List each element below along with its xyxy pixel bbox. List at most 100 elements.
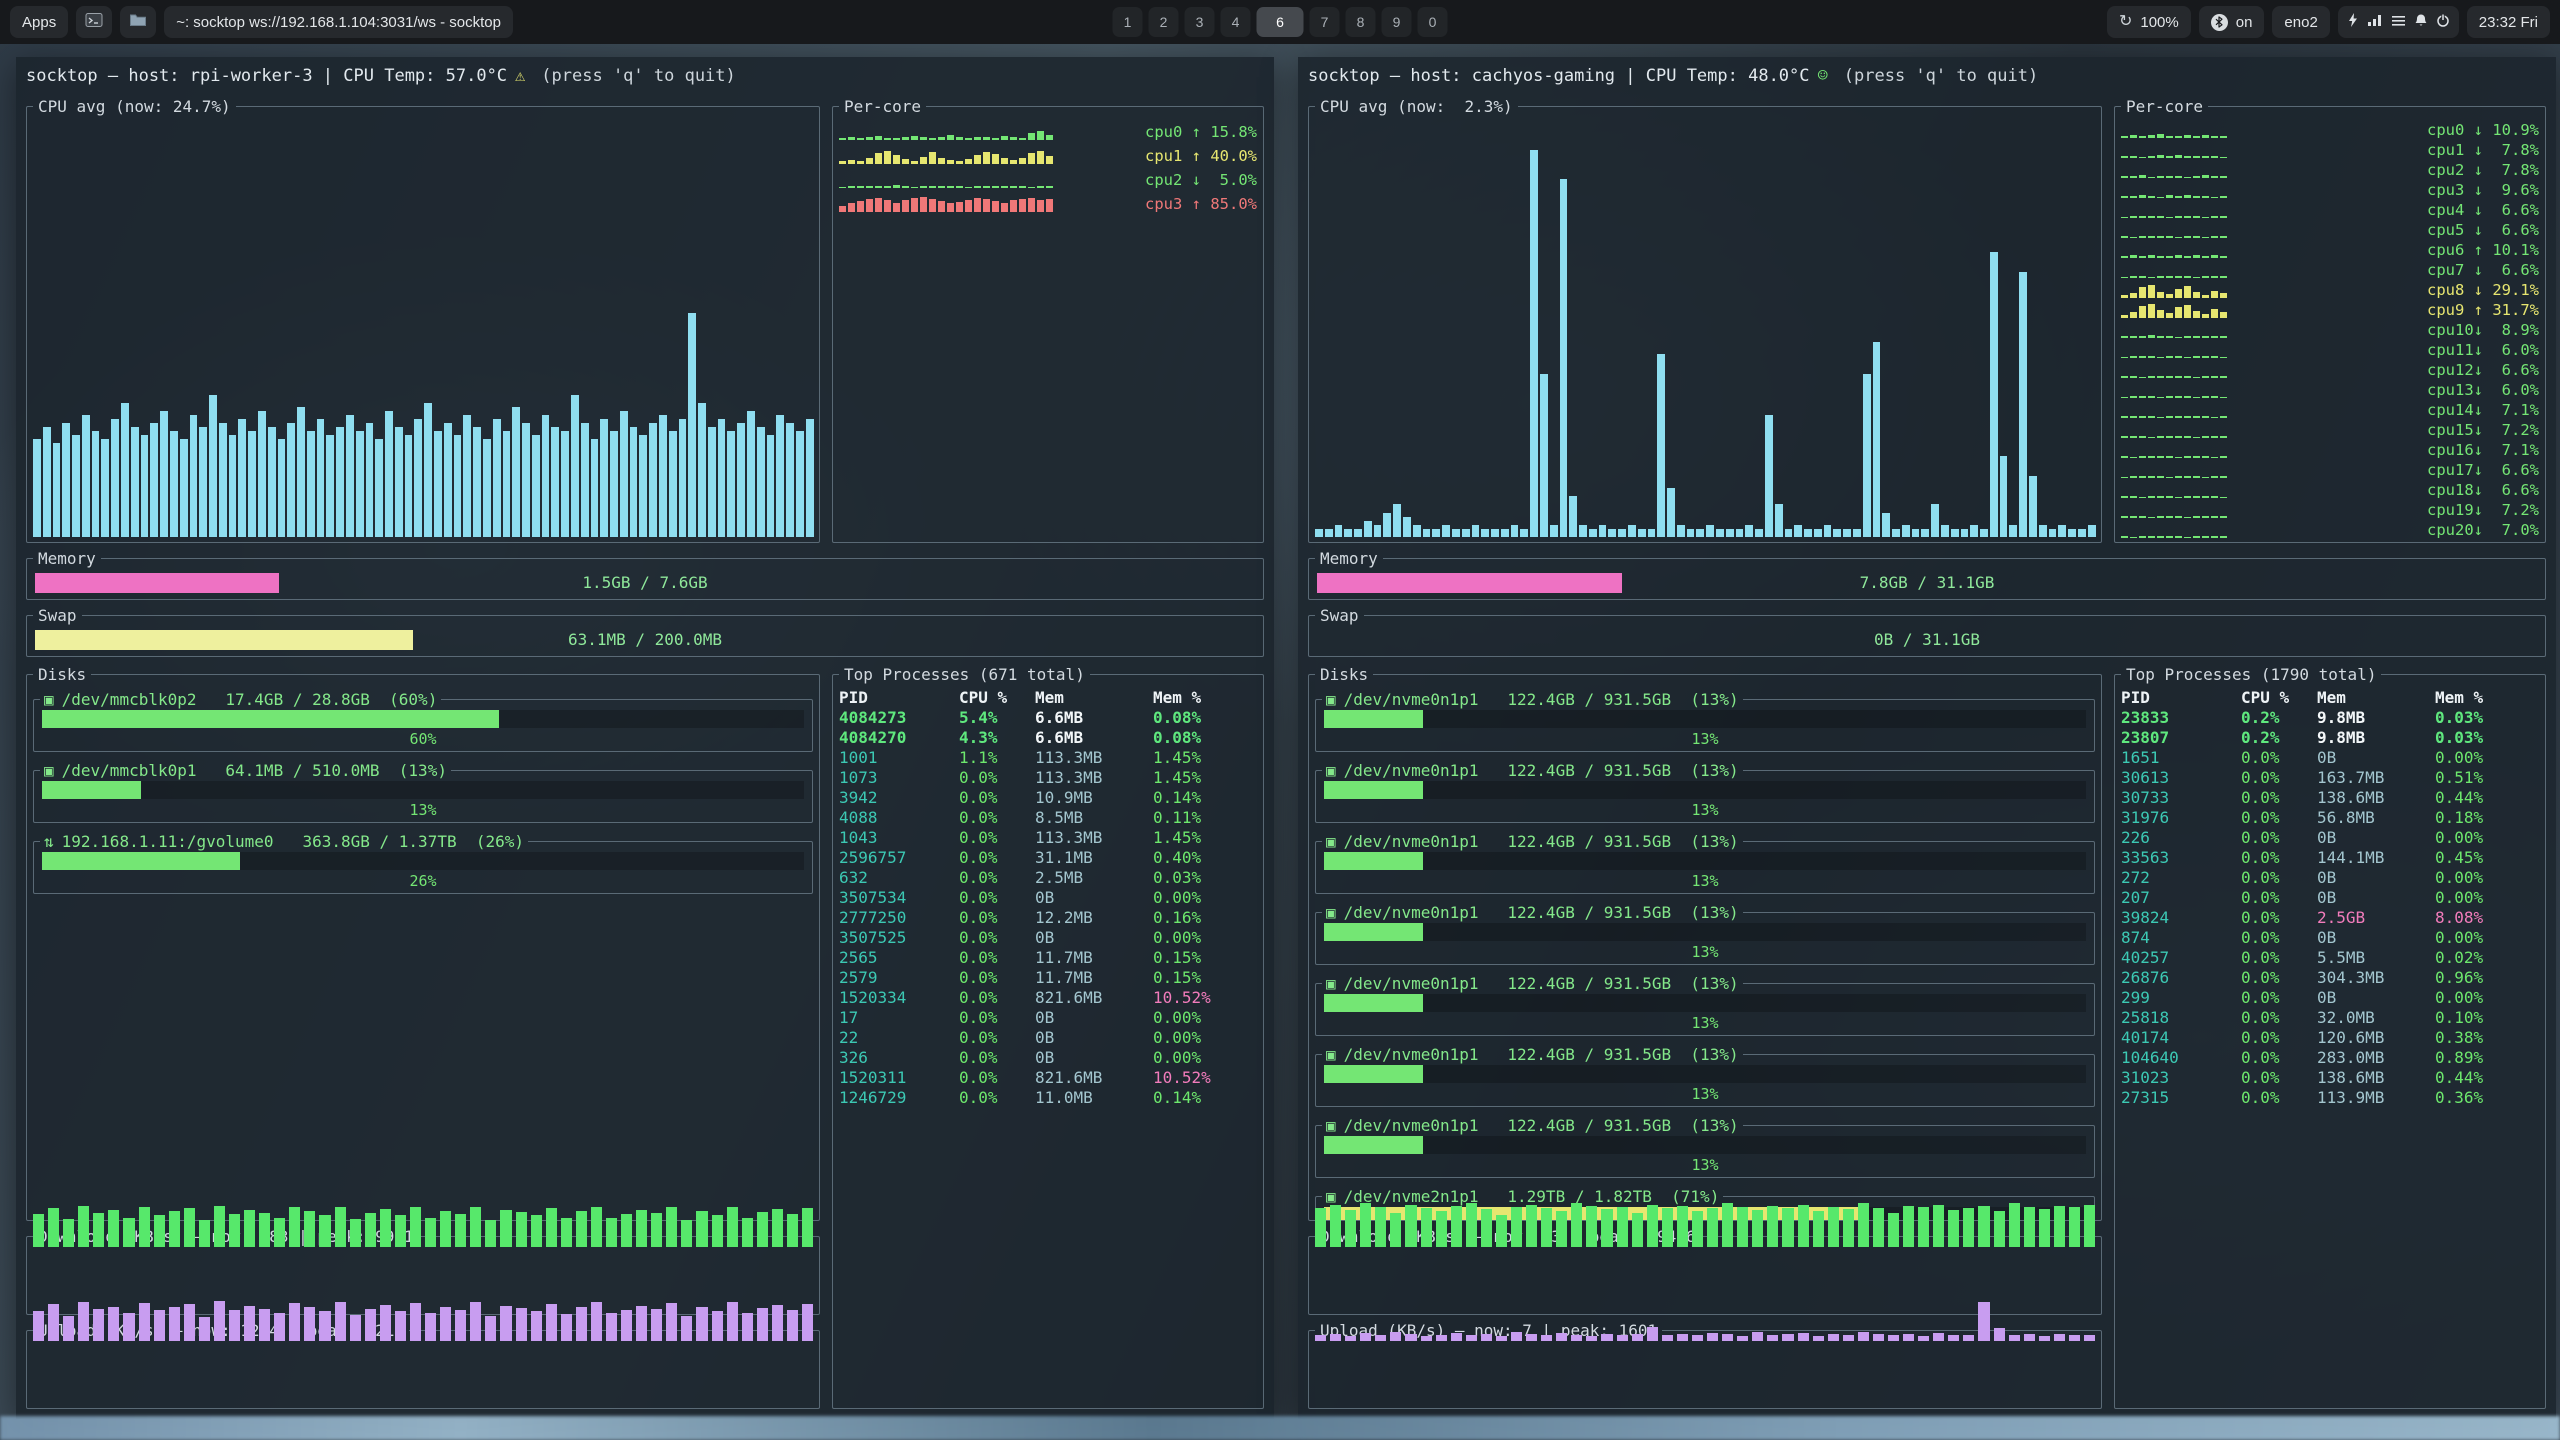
cpu-row: CPU avg (now: 2.3%) Per-core cpu0 ↓ 10.9… <box>1308 91 2546 543</box>
host-info: socktop — host: rpi-worker-3 | CPU Temp:… <box>26 66 507 86</box>
spark-bar <box>2175 376 2182 378</box>
network-interface-button[interactable]: eno2 <box>2272 6 2329 38</box>
spark-bar <box>2166 356 2173 357</box>
workspace-button-6[interactable]: 6 <box>1257 7 1304 37</box>
process-mem-pct: 0.03% <box>2435 708 2539 728</box>
process-mem: 11.7MB <box>1035 948 1153 968</box>
upload-bar <box>1436 1335 1447 1341</box>
spark-bar <box>2148 437 2155 438</box>
disk-usage-bar <box>1324 710 1423 728</box>
sync-status-button[interactable]: ↻ 100% <box>2107 6 2191 38</box>
folder-icon <box>129 12 147 32</box>
process-pid: 3507525 <box>839 928 959 948</box>
upload-bar <box>154 1310 165 1341</box>
cpu-history-bar <box>1364 521 1372 537</box>
disk-icon: ▣ <box>1326 903 1336 922</box>
spark-bar <box>2121 456 2128 457</box>
process-cpu: 0.0% <box>959 968 1035 988</box>
upload-bar <box>591 1302 602 1341</box>
apps-button[interactable]: Apps <box>10 6 68 38</box>
upload-bar <box>1978 1302 1989 1341</box>
percore-panel: Per-core cpu0 ↓ 10.9%cpu1 ↓ 7.8%cpu2 ↓ 7… <box>2114 97 2546 543</box>
bell-icon <box>2414 13 2428 32</box>
disk-name-and-size: /dev/nvme0n1p1 122.4GB / 931.5GB (13%) <box>1344 1116 1739 1135</box>
spark-bar <box>2148 135 2155 137</box>
workspace-button-7[interactable]: 7 <box>1310 7 1340 37</box>
top-processes-panel: Top Processes (671 total) PID CPU % Mem … <box>832 665 1264 1409</box>
cpu-history-bar <box>385 411 393 537</box>
disk-usage-bar <box>42 781 141 799</box>
bluetooth-state: on <box>2236 14 2253 31</box>
workspace-button-3[interactable]: 3 <box>1185 7 1215 37</box>
upload-bar <box>93 1309 104 1341</box>
workspace-button-0[interactable]: 0 <box>1418 7 1448 37</box>
workspace-button-9[interactable]: 9 <box>1382 7 1412 37</box>
power-icon <box>2436 13 2450 32</box>
workspace-button-1[interactable]: 1 <box>1113 7 1143 37</box>
cpu-history-bar <box>1941 525 1949 537</box>
process-mem-pct: 0.00% <box>1153 928 1257 948</box>
spark-bar <box>2130 156 2137 158</box>
spark-bar <box>2202 416 2209 417</box>
download-chart <box>33 1201 813 1247</box>
cpu-history-chart <box>33 130 813 537</box>
upload-bar <box>33 1311 44 1341</box>
files-app-button[interactable] <box>120 6 156 38</box>
disk-entry-label: ⇅192.168.1.11:/gvolume0 363.8GB / 1.37TB… <box>40 832 528 851</box>
terminal-window-right[interactable]: socktop — host: cachyos-gaming | CPU Tem… <box>1298 57 2556 1419</box>
cpu-history-bar <box>248 431 256 537</box>
process-cpu: 0.0% <box>959 988 1035 1008</box>
percore-row: cpu2 ↓ 7.8% <box>2121 160 2539 180</box>
download-bar <box>1647 1205 1658 1247</box>
core-sparkline <box>2121 403 2419 418</box>
cpu-history-bar <box>493 419 501 537</box>
spark-bar <box>1010 186 1017 188</box>
percore-row: cpu0 ↓ 10.9% <box>2121 120 2539 140</box>
process-cpu: 0.0% <box>2241 1008 2317 1028</box>
active-window-title[interactable]: ~: socktop ws://192.168.1.104:3031/ws - … <box>164 6 513 38</box>
spark-bar <box>902 159 909 164</box>
workspace-button-4[interactable]: 4 <box>1221 7 1251 37</box>
clock-button[interactable]: 23:32 Fri <box>2467 6 2550 38</box>
spark-bar <box>2157 336 2164 337</box>
spark-bar <box>2193 536 2200 537</box>
download-bar <box>1873 1208 1884 1247</box>
system-indicators[interactable] <box>2338 6 2459 38</box>
spark-bar <box>2130 237 2137 238</box>
spark-bar <box>893 138 900 139</box>
spark-bar <box>2193 136 2200 138</box>
spark-bar <box>2148 517 2155 518</box>
spark-bar <box>947 160 954 164</box>
cpu-history-bar <box>542 415 550 537</box>
cpu-history-bar <box>1970 525 1978 537</box>
cpu-history-bar <box>1706 525 1714 537</box>
spark-bar <box>974 198 981 212</box>
bluetooth-button[interactable]: on <box>2199 6 2265 38</box>
memory-bar: 7.8GB / 31.1GB <box>1317 572 2537 594</box>
process-row: 25967570.0%31.1MB0.40% <box>839 848 1257 868</box>
process-pid: 207 <box>2121 888 2241 908</box>
core-label: cpu0 ↑ 15.8% <box>1145 123 1257 141</box>
cpu-history-bar <box>287 423 295 537</box>
process-cpu: 0.0% <box>2241 948 2317 968</box>
workspace-button-2[interactable]: 2 <box>1149 7 1179 37</box>
process-row: 35075250.0%0B0.00% <box>839 928 1257 948</box>
process-cpu: 0.0% <box>959 768 1035 788</box>
percore-panel: Per-core cpu0 ↑ 15.8%cpu1 ↑ 40.0%cpu2 ↓ … <box>832 97 1264 543</box>
spark-bar <box>2184 177 2191 178</box>
terminal-app-button[interactable] <box>76 6 112 38</box>
spark-bar <box>2157 276 2164 277</box>
disk-usage-percent: 13% <box>1322 1156 2088 1174</box>
cpu-history-bar <box>2000 456 2008 537</box>
upload-bar <box>576 1307 587 1341</box>
spark-bar <box>2175 196 2182 197</box>
core-sparkline <box>839 173 1137 188</box>
cpu-history-bar <box>679 419 687 537</box>
download-bar <box>516 1212 527 1247</box>
spark-bar <box>1046 186 1053 188</box>
download-bar <box>289 1207 300 1247</box>
terminal-window-left[interactable]: socktop — host: rpi-worker-3 | CPU Temp:… <box>16 57 1274 1419</box>
workspace-button-8[interactable]: 8 <box>1346 7 1376 37</box>
spark-bar <box>2148 255 2155 258</box>
core-label: cpu11↓ 6.0% <box>2427 341 2539 359</box>
